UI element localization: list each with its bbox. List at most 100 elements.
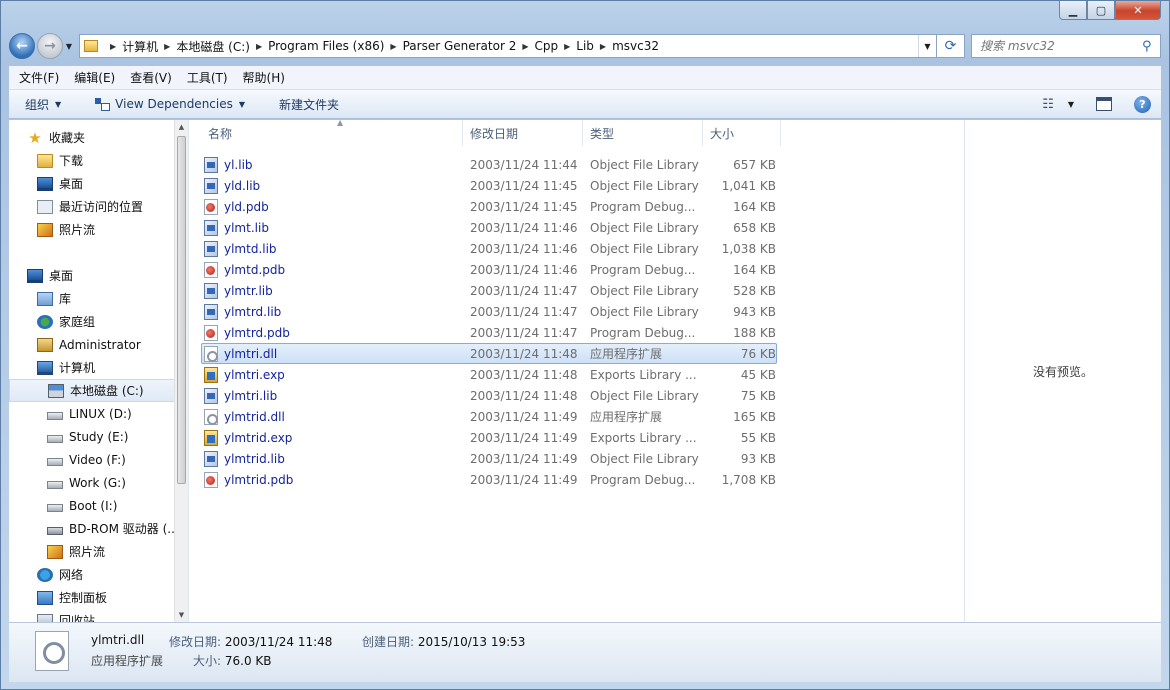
address-dropdown[interactable]: ▼ — [918, 35, 936, 57]
nav-libraries[interactable]: 库 — [9, 287, 175, 310]
close-button[interactable]: ✕ — [1115, 1, 1161, 20]
search-input[interactable] — [980, 39, 1140, 53]
maximize-button[interactable]: ▢ — [1087, 1, 1115, 20]
file-row[interactable]: ylmtr.lib 2003/11/24 11:47 Object File Lib… — [201, 280, 777, 301]
system-drive-icon — [48, 383, 64, 398]
file-row[interactable]: ylmtd.pdb 2003/11/24 11:46 Program Debug..… — [201, 259, 777, 280]
chevron-right-icon[interactable]: ▶ — [110, 42, 116, 51]
refresh-button[interactable]: ⟳ — [937, 34, 965, 58]
file-row[interactable]: ylmtrd.pdb 2003/11/24 11:47 Program Debug.… — [201, 322, 777, 343]
view-options-icon[interactable]: ☷ — [1042, 97, 1054, 112]
chevron-down-icon[interactable]: ▼ — [1068, 100, 1074, 109]
column-size[interactable]: 大小 — [703, 120, 781, 146]
chevron-right-icon[interactable]: ▶ — [564, 42, 570, 51]
nav-network[interactable]: 网络 — [9, 563, 175, 586]
breadcrumb-computer[interactable]: 计算机 — [122, 38, 158, 55]
nav-recent-places[interactable]: 最近访问的位置 — [9, 195, 175, 218]
file-type: Program Debug... — [590, 325, 696, 340]
breadcrumb-drive-c[interactable]: 本地磁盘 (C:) — [176, 38, 250, 55]
nav-label: BD-ROM 驱动器 (... — [69, 522, 179, 536]
file-row[interactable]: ylmtrid.dll 2003/11/24 11:49 应用程序扩展 165 KB — [201, 406, 777, 427]
nav-drive-f[interactable]: Video (F:) — [9, 448, 175, 471]
file-row[interactable]: ylmtrid.lib 2003/11/24 11:49 Object File L… — [201, 448, 777, 469]
organize-button[interactable]: 组织 ▼ — [25, 96, 61, 113]
nav-homegroup[interactable]: 家庭组 — [9, 310, 175, 333]
file-size: 93 KB — [740, 451, 776, 466]
preview-pane-icon[interactable] — [1096, 97, 1112, 111]
scroll-up-arrow[interactable]: ▲ — [175, 120, 188, 134]
nav-photo-stream[interactable]: 照片流 — [9, 540, 175, 563]
pdb-file-icon — [204, 324, 218, 341]
breadcrumb-program-files[interactable]: Program Files (x86) — [268, 39, 384, 53]
breadcrumb-cpp[interactable]: Cpp — [535, 39, 559, 53]
nav-administrator[interactable]: Administrator — [9, 333, 175, 356]
file-row[interactable]: yld.lib 2003/11/24 11:45 Object File Libra… — [201, 175, 777, 196]
file-row[interactable]: ylmtri.dll 2003/11/24 11:48 应用程序扩展 76 KB — [201, 343, 777, 364]
forward-button[interactable]: → — [37, 33, 63, 59]
scroll-thumb[interactable] — [177, 136, 186, 484]
details-size-label: 大小: — [193, 654, 222, 668]
file-row[interactable]: ylmtd.lib 2003/11/24 11:46 Object File Lib… — [201, 238, 777, 259]
nav-control-panel[interactable]: 控制面板 — [9, 586, 175, 609]
menu-view[interactable]: 查看(V) — [130, 69, 172, 86]
file-row[interactable]: ylmtri.exp 2003/11/24 11:48 Exports Librar… — [201, 364, 777, 385]
file-row[interactable]: ylmtri.lib 2003/11/24 11:48 Object File Li… — [201, 385, 777, 406]
pdb-file-icon — [204, 261, 218, 278]
nav-drive-e[interactable]: Study (E:) — [9, 425, 175, 448]
nav-drive-i[interactable]: Boot (I:) — [9, 494, 175, 517]
file-type: Object File Library — [590, 451, 699, 466]
minimize-button[interactable]: ▁ — [1059, 1, 1087, 20]
nav-drive-c[interactable]: 本地磁盘 (C:) — [9, 379, 175, 402]
menu-file[interactable]: 文件(F) — [19, 69, 59, 86]
back-button[interactable]: ← — [9, 33, 35, 59]
chevron-right-icon[interactable]: ▶ — [390, 42, 396, 51]
nav-downloads[interactable]: 下载 — [9, 149, 175, 172]
search-icon[interactable]: ⚲ — [1142, 39, 1152, 54]
new-folder-button[interactable]: 新建文件夹 — [279, 96, 339, 113]
file-row[interactable]: yl.lib 2003/11/24 11:44 Object File Librar… — [201, 154, 777, 175]
view-dependencies-button[interactable]: View Dependencies ▼ — [95, 97, 245, 111]
file-size: 658 KB — [733, 220, 776, 235]
breadcrumb-msvc32[interactable]: msvc32 — [612, 39, 659, 53]
nav-drive-g[interactable]: Work (G:) — [9, 471, 175, 494]
file-row[interactable]: ylmtrid.pdb 2003/11/24 11:49 Program Debug… — [201, 469, 777, 490]
nav-label: Video (F:) — [69, 452, 126, 467]
column-name[interactable]: 名称 — [201, 120, 463, 146]
column-type[interactable]: 类型 — [583, 120, 703, 146]
nav-desktop[interactable]: 桌面 — [9, 264, 175, 287]
file-name: ylmtri.lib — [224, 388, 278, 403]
drive-icon — [47, 434, 63, 443]
file-name-cell: ylmtri.dll — [202, 345, 464, 362]
control-panel-icon — [37, 590, 53, 605]
breadcrumb-parser-generator[interactable]: Parser Generator 2 — [403, 39, 517, 53]
menu-tools[interactable]: 工具(T) — [187, 69, 228, 86]
help-icon[interactable]: ? — [1134, 95, 1151, 113]
file-row[interactable]: yld.pdb 2003/11/24 11:45 Program Debug... 1… — [201, 196, 777, 217]
address-bar[interactable]: ▶ 计算机 ▶ 本地磁盘 (C:) ▶ Program Files (x86) … — [79, 34, 937, 58]
menu-edit[interactable]: 编辑(E) — [74, 69, 115, 86]
breadcrumb-lib[interactable]: Lib — [576, 39, 594, 53]
nav-scrollbar[interactable]: ▲ ▼ — [174, 120, 188, 622]
menu-help[interactable]: 帮助(H) — [243, 69, 285, 86]
nav-favorites[interactable]: ★ 收藏夹 — [9, 126, 175, 149]
search-box[interactable]: ⚲ — [971, 34, 1161, 58]
column-date[interactable]: 修改日期 — [463, 120, 583, 146]
file-row[interactable]: ylmtrd.lib 2003/11/24 11:47 Object File Li… — [201, 301, 777, 322]
recent-pages-dropdown[interactable]: ▼ — [63, 42, 75, 51]
nav-computer[interactable]: 计算机 — [9, 356, 175, 379]
sort-ascending-icon: ▲ — [337, 118, 344, 127]
file-row[interactable]: ylmt.lib 2003/11/24 11:46 Object File Libr… — [201, 217, 777, 238]
nav-desktop-favorite[interactable]: 桌面 — [9, 172, 175, 195]
chevron-right-icon[interactable]: ▶ — [522, 42, 528, 51]
nav-bd-rom[interactable]: BD-ROM 驱动器 (... — [9, 517, 179, 540]
file-row[interactable]: ylmtrid.exp 2003/11/24 11:49 Exports Libra… — [201, 427, 777, 448]
nav-drive-d[interactable]: LINUX (D:) — [9, 402, 175, 425]
file-name: ylmtrid.lib — [224, 451, 285, 466]
chevron-right-icon[interactable]: ▶ — [164, 42, 170, 51]
chevron-right-icon[interactable]: ▶ — [256, 42, 262, 51]
scroll-down-arrow[interactable]: ▼ — [175, 608, 188, 622]
nav-recycle-bin[interactable]: 回收站 — [9, 609, 175, 622]
library-icon — [37, 291, 53, 306]
chevron-right-icon[interactable]: ▶ — [600, 42, 606, 51]
nav-photo-stream-favorite[interactable]: 照片流 — [9, 218, 175, 241]
